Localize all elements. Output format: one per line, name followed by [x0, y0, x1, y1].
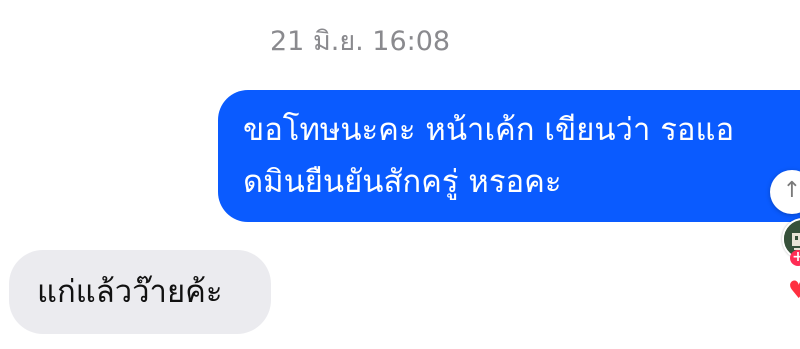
incoming-message-bubble[interactable]: แก่แล้วว๊ายค้ะ [9, 250, 271, 334]
arrow-up-icon: ↑ [782, 178, 800, 203]
outgoing-message-line-2: ดมินยืนยันสักครู่ หรอคะ [243, 164, 562, 200]
outgoing-message-bubble[interactable]: ขอโทษนะคะ หน้าเค้ก เขียนว่า รอแอ ดมินยืน… [218, 90, 800, 222]
message-timestamp: 21 มิ.ย. 16:08 [270, 26, 451, 57]
outgoing-message-line-1: ขอโทษนะคะ หน้าเค้ก เขียนว่า รอแอ [243, 112, 735, 148]
plus-badge-icon[interactable]: + [790, 250, 800, 266]
heart-icon[interactable]: ♥ [788, 278, 800, 302]
